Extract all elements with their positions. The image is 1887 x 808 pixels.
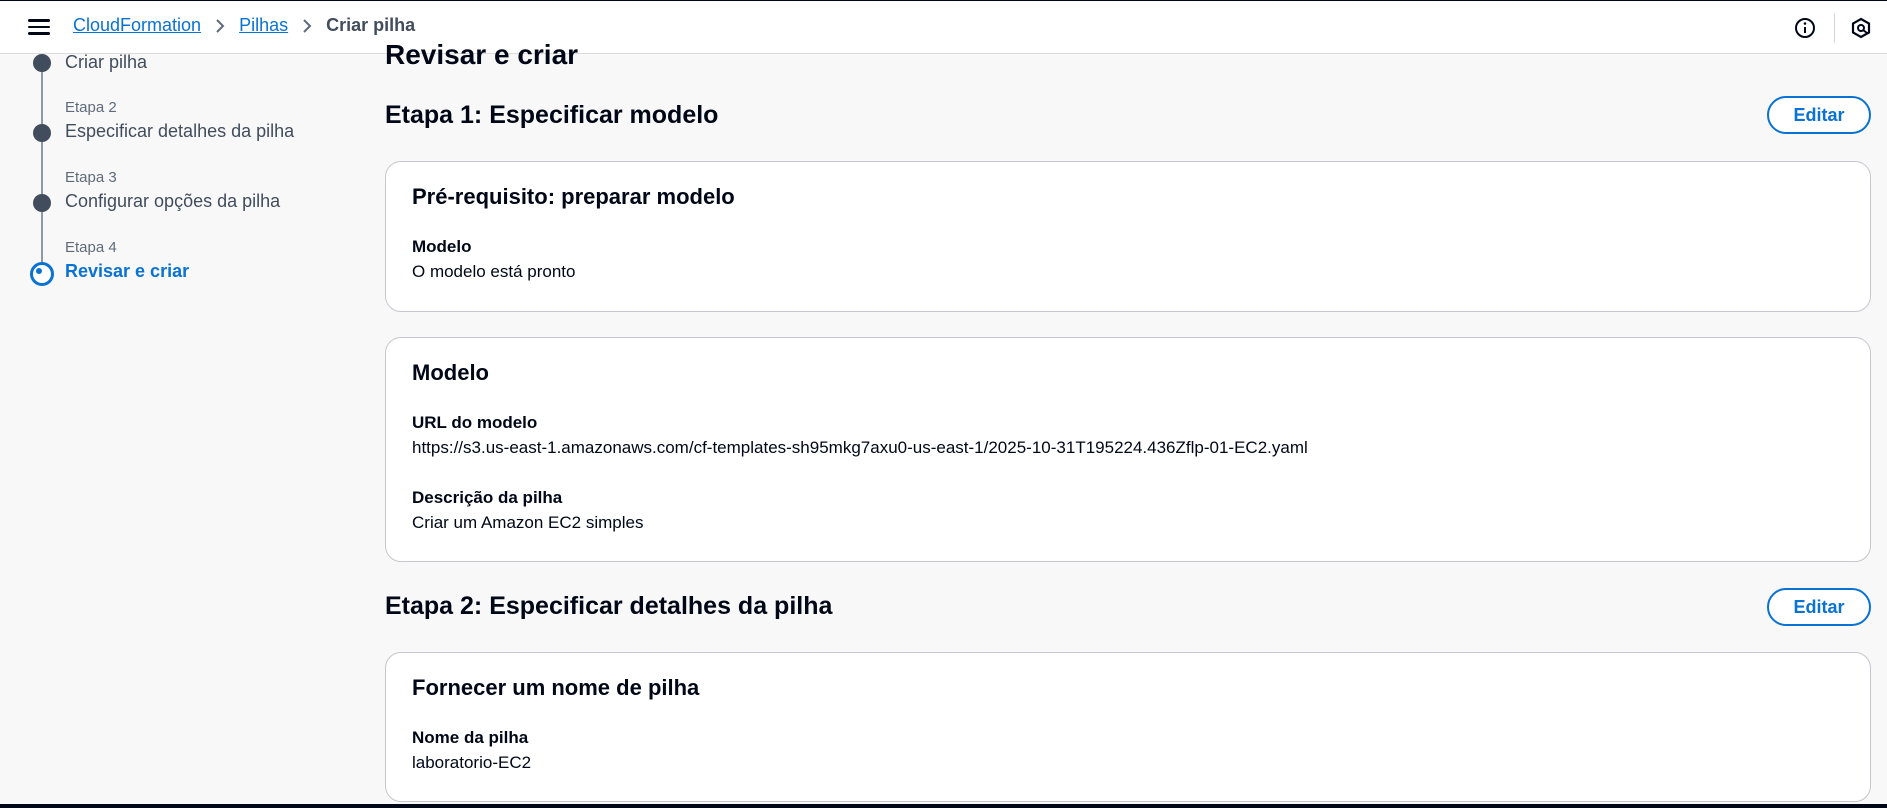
hamburger-menu-icon[interactable] xyxy=(28,17,50,37)
breadcrumb-cloudformation[interactable]: CloudFormation xyxy=(73,15,201,36)
breadcrumb-current: Criar pilha xyxy=(326,15,416,35)
step-1-title[interactable]: Criar pilha xyxy=(65,52,147,73)
bottom-edge xyxy=(0,804,1887,808)
breadcrumb-pilhas[interactable]: Pilhas xyxy=(239,15,288,36)
template-card: Modelo URL do modelo https://s3.us-east-… xyxy=(385,337,1871,562)
chevron-right-icon xyxy=(302,18,312,34)
prerequisite-card-title: Pré-requisito: preparar modelo xyxy=(412,184,735,209)
step-connector xyxy=(41,142,43,194)
stack-name-value: laboratorio-EC2 xyxy=(412,753,532,772)
breadcrumb: CloudFormation Pilhas Criar pilha xyxy=(73,15,415,36)
page-title: Revisar e criar xyxy=(385,39,579,70)
top-navigation-bar: CloudFormation Pilhas Criar pilha xyxy=(0,1,1887,54)
edit-step-1-button[interactable]: Editar xyxy=(1767,96,1871,134)
stack-name-label: Nome da pilha xyxy=(412,728,529,747)
template-status-label: Modelo xyxy=(412,237,472,256)
step-1-indicator xyxy=(33,54,51,72)
template-url-label: URL do modelo xyxy=(412,413,538,432)
toolbar-divider xyxy=(1834,13,1835,43)
template-card-title: Modelo xyxy=(412,360,489,385)
info-icon[interactable] xyxy=(1793,16,1817,40)
chevron-right-icon xyxy=(215,18,225,34)
template-url-value: https://s3.us-east-1.amazonaws.com/cf-te… xyxy=(412,438,1308,457)
edit-step-2-button[interactable]: Editar xyxy=(1767,588,1871,626)
step-connector xyxy=(41,212,43,264)
step-2-number: Etapa 2 xyxy=(65,99,117,116)
stack-name-card-title: Fornecer um nome de pilha xyxy=(412,675,700,700)
step-4-title[interactable]: Revisar e criar xyxy=(65,261,189,282)
section-1-title: Etapa 1: Especificar modelo xyxy=(385,101,719,129)
stack-name-card: Fornecer um nome de pilha Nome da pilha … xyxy=(385,652,1871,802)
step-4-number: Etapa 4 xyxy=(65,239,117,256)
stack-description-value: Criar um Amazon EC2 simples xyxy=(412,513,644,532)
notifications-icon[interactable] xyxy=(1849,16,1873,40)
step-2-indicator xyxy=(33,124,51,142)
step-3-number: Etapa 3 xyxy=(65,169,117,186)
stack-description-label: Descrição da pilha xyxy=(412,488,563,507)
step-2-title[interactable]: Especificar detalhes da pilha xyxy=(65,121,294,142)
wizard-steps: Criar pilha Etapa 2 Especificar detalhes… xyxy=(0,52,360,808)
prerequisite-card: Pré-requisito: preparar modelo Modelo O … xyxy=(385,161,1871,312)
step-3-title[interactable]: Configurar opções da pilha xyxy=(65,191,280,212)
section-2-title: Etapa 2: Especificar detalhes da pilha xyxy=(385,592,833,620)
step-4-indicator xyxy=(30,262,54,286)
step-3-indicator xyxy=(33,194,51,212)
template-status-value: O modelo está pronto xyxy=(412,262,576,281)
step-connector xyxy=(41,72,43,124)
